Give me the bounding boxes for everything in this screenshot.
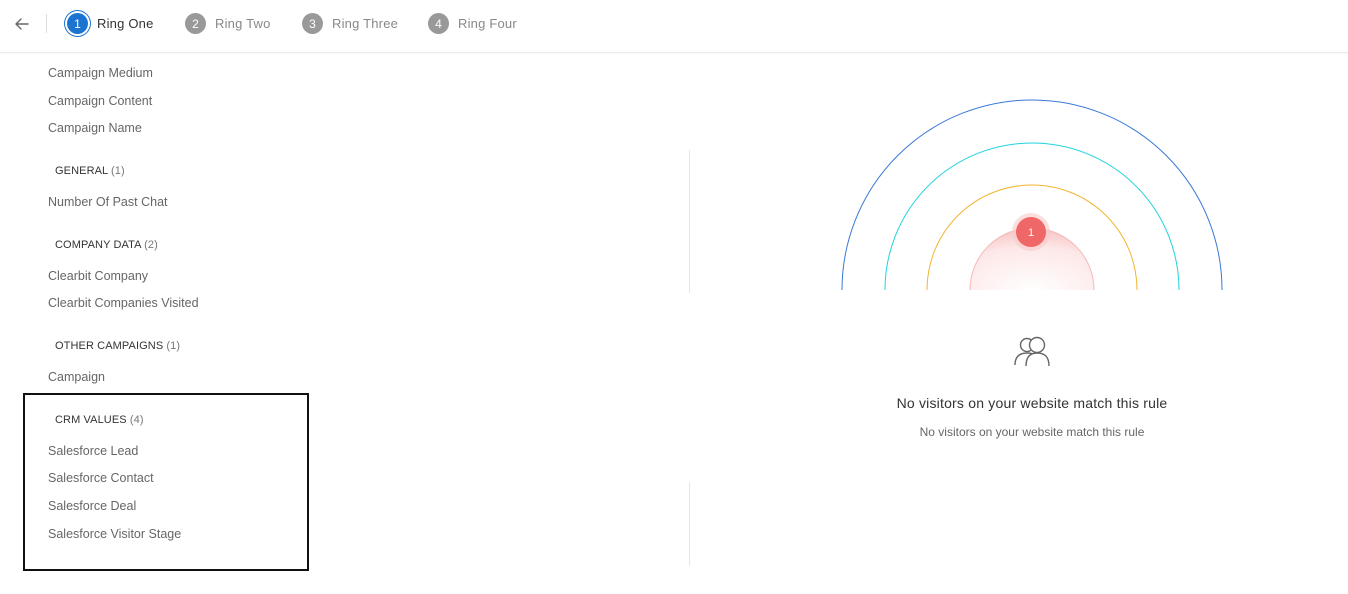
step-number: 1 xyxy=(67,13,88,34)
step-ring-two[interactable]: 2 Ring Two xyxy=(185,13,271,34)
step-ring-four[interactable]: 4 Ring Four xyxy=(428,13,517,34)
list-item-campaign-content[interactable]: Campaign Content xyxy=(48,94,152,108)
list-item-clearbit-company[interactable]: Clearbit Company xyxy=(48,269,148,283)
step-number: 4 xyxy=(428,13,449,34)
step-label: Ring Three xyxy=(332,16,399,31)
group-title: COMPANY DATA xyxy=(55,239,141,251)
list-item-number-of-past-chat[interactable]: Number Of Past Chat xyxy=(48,195,168,209)
step-label: Ring Two xyxy=(215,16,271,31)
group-title: OTHER CAMPAIGNS xyxy=(55,340,164,352)
empty-state-title: No visitors on your website match this r… xyxy=(896,395,1168,411)
list-item-campaign[interactable]: Campaign xyxy=(48,370,105,384)
users-icon xyxy=(1014,336,1050,367)
panel-divider-top xyxy=(689,150,690,293)
group-header-crm-values: CRM VALUES (4) xyxy=(55,414,144,426)
group-count: (4) xyxy=(129,414,144,426)
list-item-salesforce-visitor-stage[interactable]: Salesforce Visitor Stage xyxy=(48,527,181,541)
list-item-campaign-medium[interactable]: Campaign Medium xyxy=(48,66,153,80)
arrow-left-icon xyxy=(15,18,29,30)
stepper-header: 1 Ring One 2 Ring Two 3 Ring Three 4 Rin… xyxy=(0,0,1348,53)
header-divider xyxy=(46,14,47,33)
step-number: 2 xyxy=(185,13,206,34)
list-item-salesforce-deal[interactable]: Salesforce Deal xyxy=(48,499,136,513)
list-item-salesforce-contact[interactable]: Salesforce Contact xyxy=(48,471,154,485)
list-item-clearbit-companies-visited[interactable]: Clearbit Companies Visited xyxy=(48,296,199,310)
step-number: 3 xyxy=(302,13,323,34)
group-count: (2) xyxy=(144,239,158,251)
step-label: Ring Four xyxy=(458,16,517,31)
group-count: (1) xyxy=(111,165,125,177)
group-header-company-data: COMPANY DATA (2) xyxy=(55,239,158,251)
panel-divider-bottom xyxy=(689,482,690,566)
list-item-salesforce-lead[interactable]: Salesforce Lead xyxy=(48,444,138,458)
step-label: Ring One xyxy=(97,16,154,31)
group-header-other-campaigns: OTHER CAMPAIGNS (1) xyxy=(55,340,180,352)
group-count: (1) xyxy=(166,340,181,352)
group-header-general: GENERAL (1) xyxy=(55,165,125,177)
empty-state-subtitle: No visitors on your website match this r… xyxy=(919,425,1145,439)
group-title: GENERAL xyxy=(55,165,108,177)
rings-graphic: 1 xyxy=(841,99,1223,291)
back-button[interactable] xyxy=(12,14,32,34)
step-ring-three[interactable]: 3 Ring Three xyxy=(302,13,398,34)
group-title: CRM VALUES xyxy=(55,414,127,426)
step-ring-one[interactable]: 1 Ring One xyxy=(67,13,154,34)
ring-badge-count: 1 xyxy=(1028,227,1034,239)
list-item-campaign-name[interactable]: Campaign Name xyxy=(48,121,142,135)
